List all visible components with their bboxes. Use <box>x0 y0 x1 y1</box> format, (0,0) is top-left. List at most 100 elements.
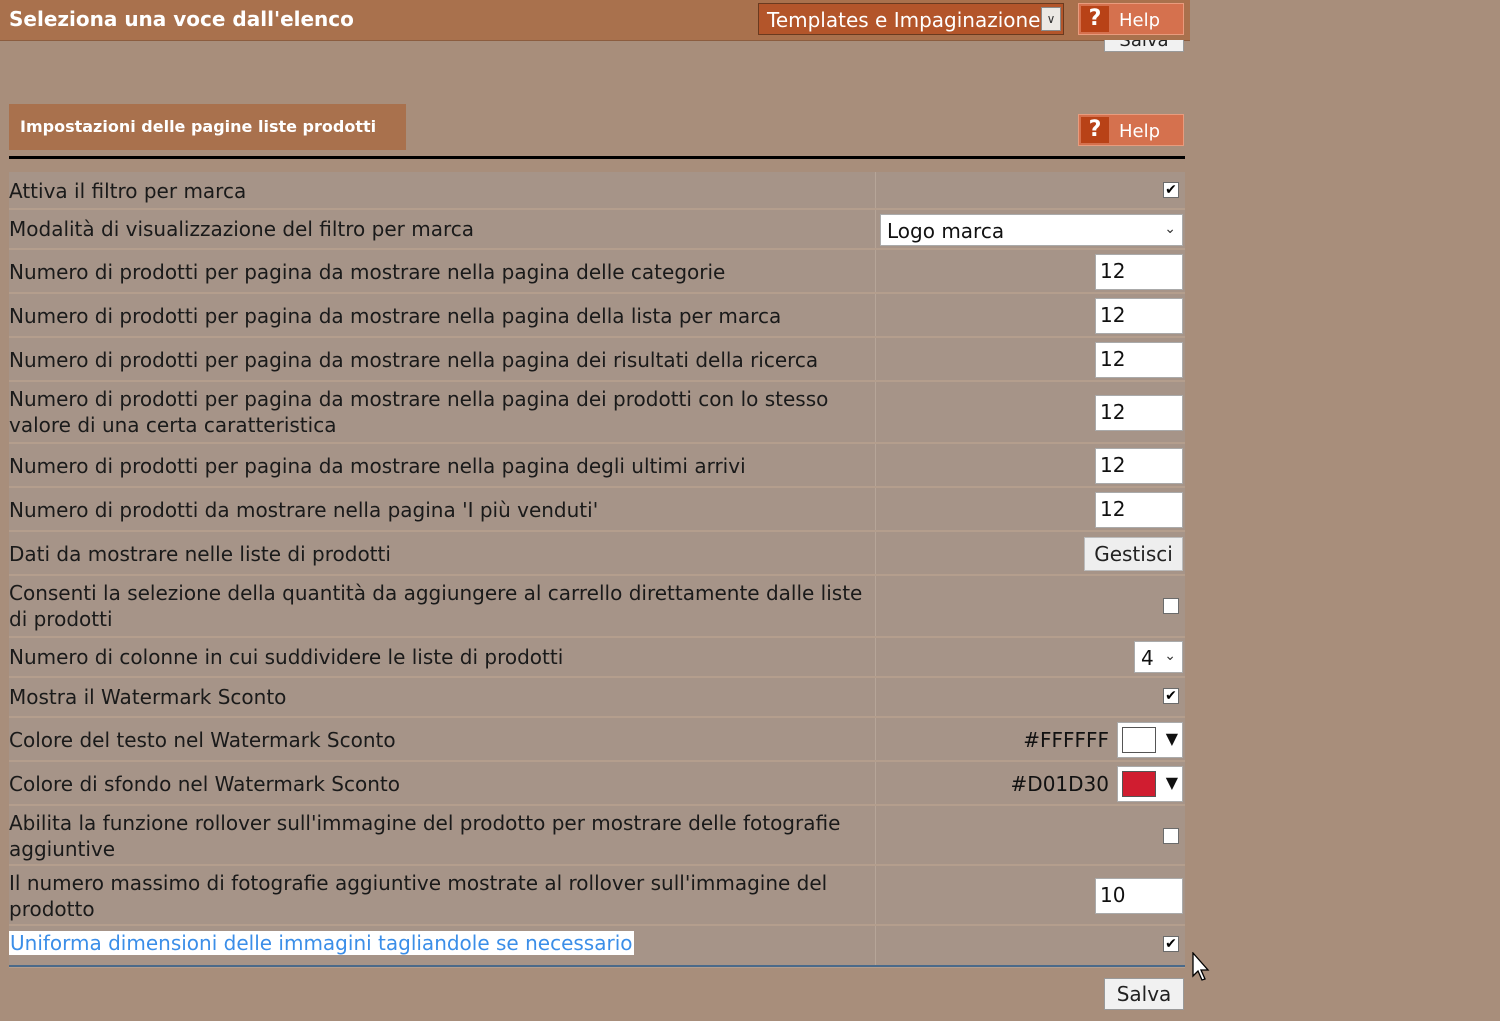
settings-row: Numero di prodotti per pagina da mostrar… <box>9 294 1185 338</box>
top-help-label: Help <box>1119 10 1161 31</box>
setting-number-input[interactable]: 10 <box>1095 878 1183 914</box>
setting-label-text: Colore del testo nel Watermark Sconto <box>9 728 396 752</box>
section-divider <box>9 156 1185 159</box>
setting-label-text: Numero di prodotti da mostrare nella pag… <box>9 498 599 522</box>
column-separator <box>875 638 876 676</box>
color-swatch <box>1122 727 1156 753</box>
section-title: Impostazioni delle pagine liste prodotti <box>9 104 406 150</box>
setting-number-input[interactable]: 12 <box>1095 448 1183 484</box>
setting-label-text: Numero di colonne in cui suddividere le … <box>9 645 564 669</box>
color-picker-button[interactable]: ▼ <box>1117 722 1183 758</box>
column-separator <box>875 718 876 760</box>
setting-checkbox[interactable] <box>1163 598 1179 614</box>
settings-row: Colore del testo nel Watermark Sconto #FF… <box>9 718 1185 762</box>
color-hex-value: #D01D30 <box>1010 772 1109 796</box>
color-hex-value: #FFFFFF <box>1023 728 1109 752</box>
setting-label: Numero di prodotti per pagina da mostrar… <box>9 303 867 329</box>
settings-row: Numero di colonne in cui suddividere le … <box>9 638 1185 678</box>
setting-label: Numero di prodotti per pagina da mostrar… <box>9 453 867 479</box>
top-help-button[interactable]: ? Help <box>1078 3 1184 35</box>
setting-label-text: Consenti la selezione della quantità da … <box>9 581 863 631</box>
setting-label-text: Numero di prodotti per pagina da mostrar… <box>9 387 829 437</box>
settings-row: Numero di prodotti per pagina da mostrar… <box>9 382 1185 444</box>
setting-label: Dati da mostrare nelle liste di prodotti <box>9 541 867 567</box>
setting-label-text: Attiva il filtro per marca <box>9 179 247 203</box>
setting-label-text[interactable]: Uniforma dimensioni delle immagini tagli… <box>9 931 634 955</box>
select-value: 4 <box>1141 646 1154 670</box>
caret-down-icon: ▼ <box>1165 729 1178 748</box>
setting-label-text: Numero di prodotti per pagina da mostrar… <box>9 304 782 328</box>
settings-row: Numero di prodotti da mostrare nella pag… <box>9 488 1185 532</box>
setting-label: Numero di prodotti per pagina da mostrar… <box>9 347 867 373</box>
settings-row: Mostra il Watermark Sconto ✔ <box>9 678 1185 718</box>
columns-select[interactable]: 4 ⌄ <box>1134 641 1183 673</box>
setting-label: Il numero massimo di fotografie aggiunti… <box>9 870 867 922</box>
help-icon: ? <box>1081 117 1109 143</box>
help-icon: ? <box>1081 6 1109 32</box>
setting-label: Numero di prodotti per pagina da mostrar… <box>9 259 867 285</box>
setting-checkbox[interactable]: ✔ <box>1163 688 1179 704</box>
section-help-button[interactable]: ? Help <box>1078 114 1184 146</box>
setting-label: Numero di prodotti da mostrare nella pag… <box>9 497 867 523</box>
column-separator <box>875 488 876 530</box>
column-separator <box>875 806 876 864</box>
setting-label: Modalità di visualizzazione del filtro p… <box>9 216 867 242</box>
color-swatch <box>1122 771 1156 797</box>
brand-filter-select[interactable]: Logo marca ⌄ <box>880 214 1183 246</box>
settings-table: Attiva il filtro per marca ✔ Modalità di v… <box>9 172 1185 968</box>
manage-button[interactable]: Gestisci <box>1084 537 1183 571</box>
save-button[interactable]: Salva <box>1104 978 1184 1010</box>
section-select[interactable]: Templates e Impaginazione ∨ <box>758 3 1064 35</box>
setting-label: Attiva il filtro per marca <box>9 178 867 204</box>
setting-number-input[interactable]: 12 <box>1095 492 1183 528</box>
column-separator <box>875 172 876 208</box>
setting-label-text: Numero di prodotti per pagina da mostrar… <box>9 454 746 478</box>
setting-checkbox[interactable] <box>1163 828 1179 844</box>
settings-row: Modalità di visualizzazione del filtro p… <box>9 210 1185 250</box>
setting-label: Mostra il Watermark Sconto <box>9 684 867 710</box>
setting-label: Uniforma dimensioni delle immagini tagli… <box>9 930 867 956</box>
chevron-down-icon: ⌄ <box>1164 648 1176 664</box>
top-save-button[interactable]: Salva <box>1104 40 1184 52</box>
caret-down-icon: ▼ <box>1165 773 1178 792</box>
setting-label-text: Numero di prodotti per pagina da mostrar… <box>9 260 726 284</box>
chevron-down-icon[interactable]: ∨ <box>1041 7 1061 31</box>
section-help-label: Help <box>1119 121 1161 142</box>
color-control: #D01D30 ▼ <box>1011 766 1183 802</box>
color-picker-button[interactable]: ▼ <box>1117 766 1183 802</box>
column-separator <box>875 338 876 380</box>
column-separator <box>875 532 876 574</box>
settings-row: Attiva il filtro per marca ✔ <box>9 172 1185 210</box>
color-control: #FFFFFF ▼ <box>1023 722 1183 758</box>
footer-divider <box>9 965 1185 967</box>
settings-row: Uniforma dimensioni delle immagini tagli… <box>9 926 1185 968</box>
setting-number-input[interactable]: 12 <box>1095 342 1183 378</box>
settings-row: Il numero massimo di fotografie aggiunti… <box>9 866 1185 926</box>
settings-row: Numero di prodotti per pagina da mostrar… <box>9 338 1185 382</box>
column-separator <box>875 444 876 486</box>
setting-label: Abilita la funzione rollover sull'immagi… <box>9 810 867 862</box>
setting-label-text: Numero di prodotti per pagina da mostrar… <box>9 348 819 372</box>
settings-row: Numero di prodotti per pagina da mostrar… <box>9 250 1185 294</box>
settings-row: Consenti la selezione della quantità da … <box>9 576 1185 638</box>
setting-checkbox[interactable]: ✔ <box>1163 182 1179 198</box>
settings-row: Numero di prodotti per pagina da mostrar… <box>9 444 1185 488</box>
setting-label: Numero di prodotti per pagina da mostrar… <box>9 386 867 438</box>
setting-checkbox[interactable]: ✔ <box>1163 936 1179 952</box>
column-separator <box>875 926 876 966</box>
setting-number-input[interactable]: 12 <box>1095 395 1183 431</box>
header-title: Seleziona una voce dall'elenco <box>9 7 354 31</box>
mouse-cursor-icon <box>1192 952 1210 981</box>
setting-label-text: Abilita la funzione rollover sull'immagi… <box>9 811 841 861</box>
column-separator <box>875 762 876 804</box>
column-separator <box>875 866 876 924</box>
column-separator <box>875 678 876 716</box>
settings-row: Abilita la funzione rollover sull'immagi… <box>9 806 1185 866</box>
top-header-bar: Seleziona una voce dall'elenco Templates… <box>0 0 1190 40</box>
setting-label-text: Mostra il Watermark Sconto <box>9 685 287 709</box>
setting-label-text: Dati da mostrare nelle liste di prodotti <box>9 542 391 566</box>
chevron-down-icon: ⌄ <box>1164 221 1176 237</box>
setting-number-input[interactable]: 12 <box>1095 254 1183 290</box>
setting-number-input[interactable]: 12 <box>1095 298 1183 334</box>
column-separator <box>875 382 876 442</box>
